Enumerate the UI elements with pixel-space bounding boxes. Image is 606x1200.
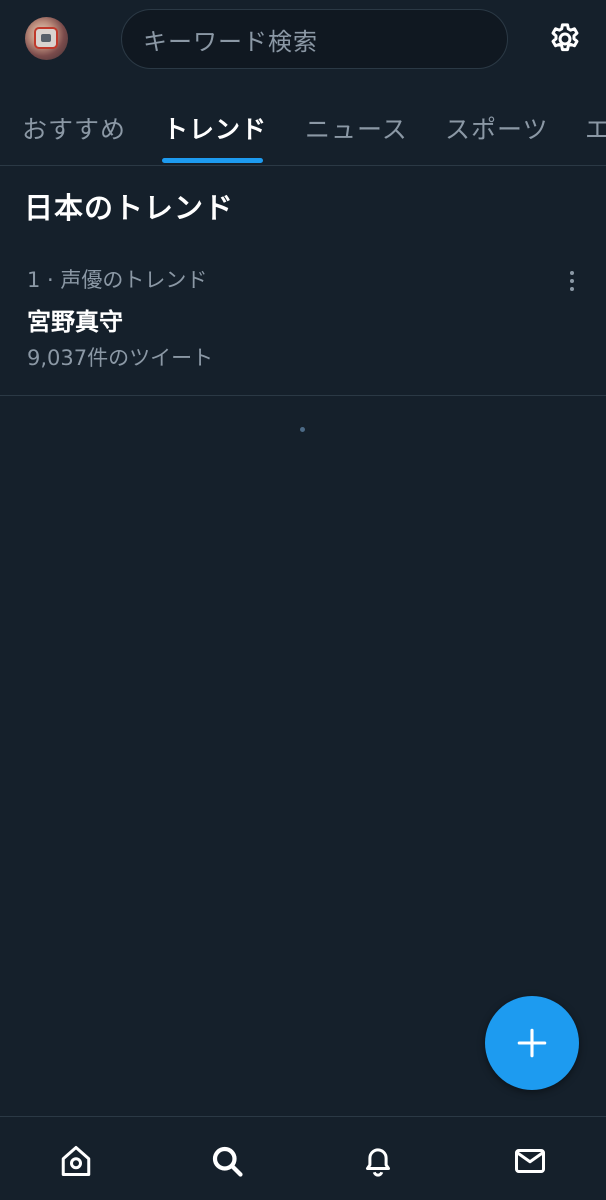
trend-context: 1 · 声優のトレンド	[27, 268, 208, 292]
search-icon	[212, 1146, 243, 1177]
search-input[interactable]: キーワード検索	[121, 9, 508, 69]
explore-tabs: おすすめ トレンド ニュース スポーツ エ	[0, 100, 606, 166]
active-tab-indicator	[162, 158, 263, 163]
bell-icon	[366, 1148, 390, 1177]
top-header: キーワード検索	[0, 0, 606, 82]
trend-name: 宮野真守	[27, 308, 123, 336]
nav-home-button[interactable]	[56, 1141, 96, 1181]
section-title: 日本のトレンド	[24, 191, 235, 225]
tab-sports[interactable]: スポーツ	[445, 110, 549, 146]
avatar-image-detail	[34, 27, 58, 49]
gear-icon	[551, 23, 579, 52]
tab-news[interactable]: ニュース	[305, 110, 408, 146]
plus-icon	[517, 1028, 547, 1058]
mail-icon	[515, 1149, 545, 1173]
settings-button[interactable]	[545, 19, 585, 59]
trend-tweet-count: 9,037件のツイート	[27, 346, 214, 370]
tab-trends[interactable]: トレンド	[163, 110, 267, 146]
home-icon	[61, 1146, 91, 1176]
profile-avatar[interactable]	[25, 17, 68, 60]
search-placeholder: キーワード検索	[143, 27, 318, 56]
bottom-navigation	[0, 1116, 606, 1200]
tab-recommended[interactable]: おすすめ	[22, 110, 126, 146]
loading-indicator	[300, 427, 305, 432]
nav-notifications-button[interactable]	[358, 1141, 398, 1181]
more-dot	[570, 271, 574, 275]
nav-messages-button[interactable]	[510, 1141, 550, 1181]
compose-tweet-button[interactable]	[485, 996, 579, 1090]
more-options-button[interactable]	[557, 266, 587, 296]
more-dot	[570, 287, 574, 291]
explore-screen: キーワード検索 おすすめ トレンド ニュース スポーツ エ 日本のトレンド 1 …	[0, 0, 606, 1200]
more-dot	[570, 279, 574, 283]
trend-item[interactable]: 1 · 声優のトレンド 宮野真守 9,037件のツイート	[0, 250, 606, 396]
nav-search-button[interactable]	[207, 1141, 247, 1181]
tab-entertainment[interactable]: エ	[585, 110, 606, 146]
